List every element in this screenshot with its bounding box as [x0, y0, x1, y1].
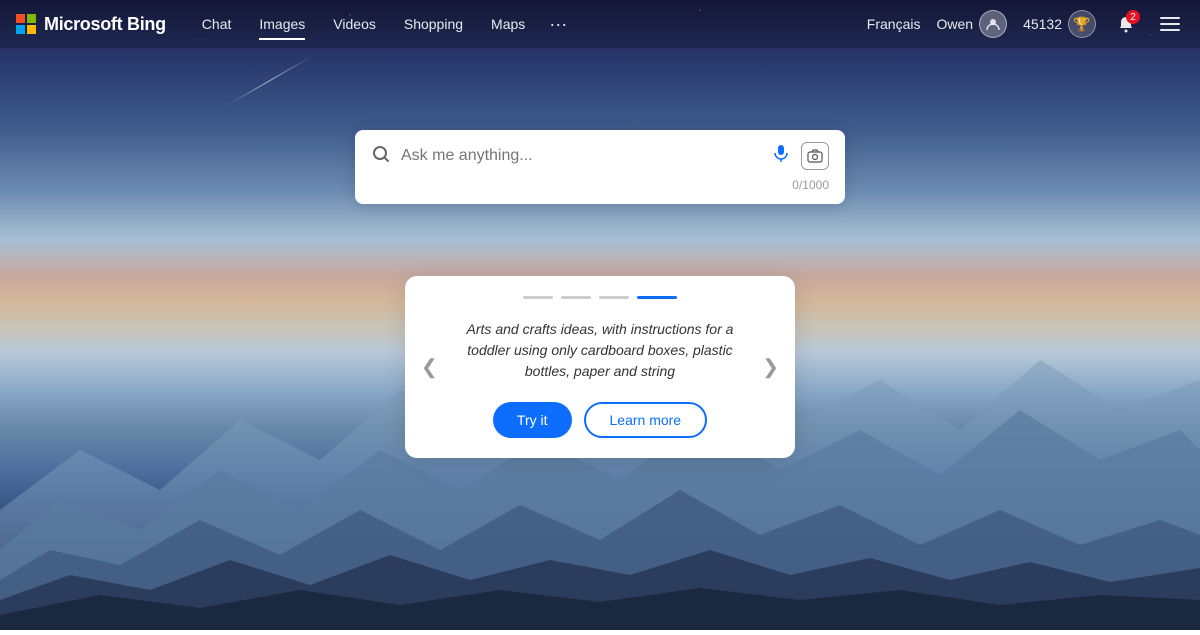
hamburger-menu-button[interactable] — [1156, 10, 1184, 38]
microphone-icon[interactable] — [771, 143, 791, 169]
nav-item-videos[interactable]: Videos — [321, 10, 388, 38]
dot-4-active — [637, 296, 677, 299]
search-input[interactable] — [401, 147, 761, 165]
ms-logo-blue — [16, 25, 25, 34]
user-avatar — [979, 10, 1007, 38]
navbar: Microsoft Bing Chat Images Videos Shoppi… — [0, 0, 1200, 48]
search-input-row — [371, 142, 829, 170]
dot-1 — [523, 296, 553, 299]
main-nav: Chat Images Videos Shopping Maps ··· — [190, 10, 867, 39]
user-area[interactable]: Owen — [936, 10, 1007, 38]
nav-item-images[interactable]: Images — [247, 10, 317, 38]
nav-item-maps[interactable]: Maps — [479, 10, 537, 38]
search-box: 0/1000 — [355, 130, 845, 204]
points-value: 45132 — [1023, 16, 1062, 32]
brand-name: Microsoft Bing — [44, 14, 166, 35]
prev-suggestion-button[interactable]: ❮ — [413, 351, 446, 384]
camera-search-icon[interactable] — [801, 142, 829, 170]
suggestion-buttons: Try it Learn more — [445, 402, 755, 438]
learn-more-button[interactable]: Learn more — [584, 402, 708, 438]
ms-logo-yellow — [27, 25, 36, 34]
logo-area[interactable]: Microsoft Bing — [16, 14, 166, 35]
dots-indicator — [445, 296, 755, 299]
user-name: Owen — [936, 16, 973, 32]
suggestion-text: Arts and crafts ideas, with instructions… — [445, 319, 755, 382]
search-counter: 0/1000 — [371, 178, 829, 192]
nav-more-button[interactable]: ··· — [541, 10, 575, 39]
suggestion-card: ❮ Arts and crafts ideas, with instructio… — [405, 276, 795, 458]
next-suggestion-button[interactable]: ❯ — [754, 351, 787, 384]
try-it-button[interactable]: Try it — [493, 402, 572, 438]
hamburger-line-3 — [1160, 29, 1180, 31]
ms-logo-green — [27, 14, 36, 23]
dot-2 — [561, 296, 591, 299]
trophy-icon: 🏆 — [1068, 10, 1096, 38]
notification-badge: 2 — [1126, 10, 1140, 24]
hamburger-line-1 — [1160, 17, 1180, 19]
nav-item-chat[interactable]: Chat — [190, 10, 244, 38]
language-button[interactable]: Français — [867, 16, 921, 32]
nav-item-shopping[interactable]: Shopping — [392, 10, 475, 38]
search-container: 0/1000 — [355, 130, 845, 204]
search-icon — [371, 144, 391, 169]
microsoft-logo — [16, 14, 36, 34]
navbar-right: Français Owen 45132 🏆 2 — [867, 10, 1184, 38]
ms-logo-red — [16, 14, 25, 23]
hamburger-line-2 — [1160, 23, 1180, 25]
notification-button[interactable]: 2 — [1112, 10, 1140, 38]
points-area[interactable]: 45132 🏆 — [1023, 10, 1096, 38]
dot-3 — [599, 296, 629, 299]
